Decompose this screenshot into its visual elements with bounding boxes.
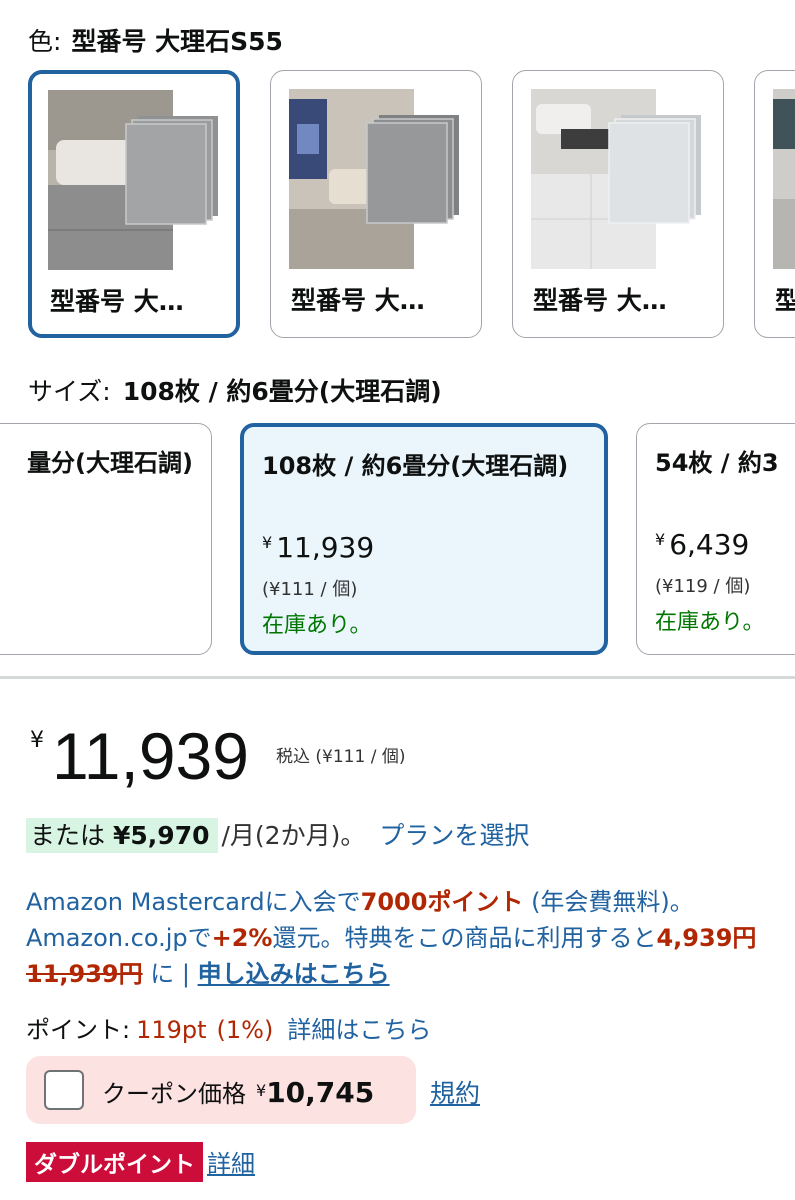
color-swatch-4[interactable]: 型 [754,70,795,338]
tax-note: 税込 (¥111 / 個) [276,747,406,767]
color-label-key: 色: [28,27,62,56]
coupon-price: 10,745 [266,1076,375,1109]
promo-text: Amazon Mastercardに入会で [26,888,361,916]
product-thumbnail [48,90,218,270]
points-details-link[interactable]: 詳細はこちら [287,1016,431,1044]
size-option-price: ¥6,439 [655,528,750,561]
double-points-line: ダブルポイント 詳細 [26,1142,255,1182]
color-selected-value: 型番号 大理石S55 [71,27,283,56]
credit-card-promo: Amazon Mastercardに入会で7000ポイント (年会費無料)。 A… [26,884,766,992]
size-option-title: 量分(大理石調) [27,449,193,477]
points-line: ポイント: 119pt (1%) 詳細はこちら [26,1010,431,1045]
size-label-key: サイズ: [28,377,111,406]
coupon-terms-link[interactable]: 規約 [430,1074,480,1110]
coupon-text: クーポン価格 ¥10,745 [102,1076,375,1109]
points-label: ポイント: [26,1016,131,1044]
color-swatch-3[interactable]: 型番号 大… [512,70,724,338]
swatch-caption: 型番号 大… [533,286,667,315]
product-thumbnail [531,89,701,269]
swatch-caption: 型 [775,281,795,317]
product-thumbnail [289,89,459,269]
double-points-details-link[interactable]: 詳細 [207,1150,255,1178]
size-option-unit-price: (¥119 / 個) [655,576,751,597]
promo-rate: +2% [211,924,273,952]
apply-card-link[interactable]: 申し込みはこちら [198,960,390,988]
coupon-label: クーポン価格 [102,1080,246,1108]
size-option-3[interactable]: 54枚 / 約3 ¥6,439 (¥119 / 個) 在庫あり。 [636,423,795,655]
size-label: サイズ: 108枚 / 約6畳分(大理石調) [28,372,442,408]
product-thumbnail [773,89,795,269]
size-selected-value: 108枚 / 約6畳分(大理石調) [122,377,442,406]
size-option-1[interactable]: 量分(大理石調) [0,423,212,655]
section-divider [0,676,795,679]
size-option-price: ¥11,939 [262,531,375,564]
swatch-caption: 型番号 大… [291,286,425,315]
installment-highlight: または ¥5,970 [26,818,218,853]
size-option-row: 量分(大理石調) 108枚 / 約6畳分(大理石調) ¥11,939 (¥111… [0,420,795,660]
points-value: 119pt [136,1016,207,1044]
size-option-title: 54枚 / 約3 [655,449,779,477]
color-swatch-row: 型番号 大… 型番号 大… 型番号 大… [0,68,795,344]
color-swatch-2[interactable]: 型番号 大… [270,70,482,338]
double-points-badge: ダブルポイント [26,1142,203,1182]
size-option-2[interactable]: 108枚 / 約6畳分(大理石調) ¥11,939 (¥111 / 個) 在庫あ… [240,423,608,655]
price-currency: ¥ [30,728,44,753]
promo-discounted-price: 4,939円 [656,924,757,952]
points-percent: (1%) [216,1016,274,1044]
select-plan-link[interactable]: プランを選択 [379,821,529,850]
promo-text: 還元。特典をこの商品に利用すると [272,924,657,952]
size-option-stock: 在庫あり。 [262,613,372,638]
installment-line: または ¥5,970/月(2か月)。 プランを選択 [26,816,529,853]
installment-term: /月(2か月)。 [221,821,366,850]
coupon-box: クーポン価格 ¥10,745 [26,1056,416,1124]
color-swatch-1[interactable]: 型番号 大… [28,70,240,338]
promo-original-price: 11,939円 [26,960,143,988]
coupon-checkbox[interactable] [44,1070,84,1110]
color-label: 色: 型番号 大理石S55 [28,22,283,58]
promo-text: に | [142,960,198,988]
size-option-unit-price: (¥111 / 個) [262,579,358,600]
size-option-stock: 在庫あり。 [655,610,765,635]
promo-points: 7000ポイント [360,888,524,916]
size-option-title: 108枚 / 約6畳分(大理石調) [262,452,569,480]
price-amount: 11,939 [52,719,249,793]
swatch-caption: 型番号 大… [50,287,184,316]
